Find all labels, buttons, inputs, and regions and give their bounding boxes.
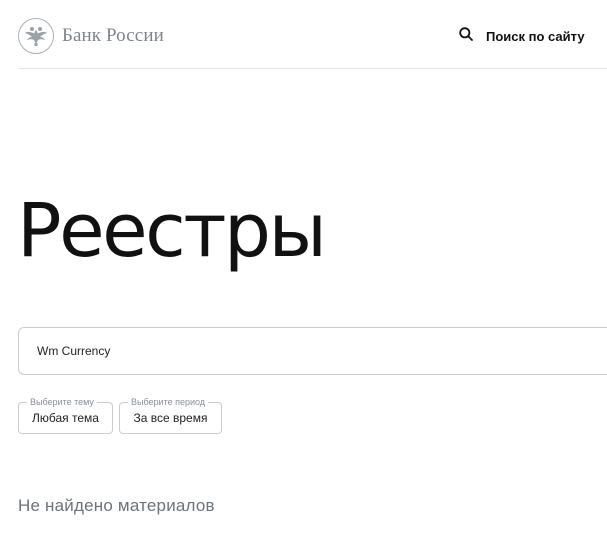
topic-filter-select[interactable]: Выберите тему Любая тема xyxy=(18,397,113,434)
search-icon xyxy=(458,26,474,47)
registry-search-input[interactable] xyxy=(19,328,607,374)
no-results-message: Не найдено материалов xyxy=(18,496,215,515)
period-filter-value: За все время xyxy=(133,411,208,425)
bank-name: Банк России xyxy=(62,25,164,46)
bank-logo-link[interactable]: Банк России xyxy=(18,17,164,55)
site-header: Банк России Поиск по сайту xyxy=(18,0,607,69)
page-title: Реестры xyxy=(17,188,327,274)
site-search-label: Поиск по сайту xyxy=(486,28,585,44)
site-search-button[interactable]: Поиск по сайту xyxy=(458,24,585,48)
double-headed-eagle-icon xyxy=(18,18,54,54)
period-filter-select[interactable]: Выберите период За все время xyxy=(119,397,222,434)
registry-search-field[interactable] xyxy=(18,327,607,375)
page: Банк России Поиск по сайту Реестры Выбер… xyxy=(0,0,607,535)
topic-filter-value: Любая тема xyxy=(32,411,99,425)
